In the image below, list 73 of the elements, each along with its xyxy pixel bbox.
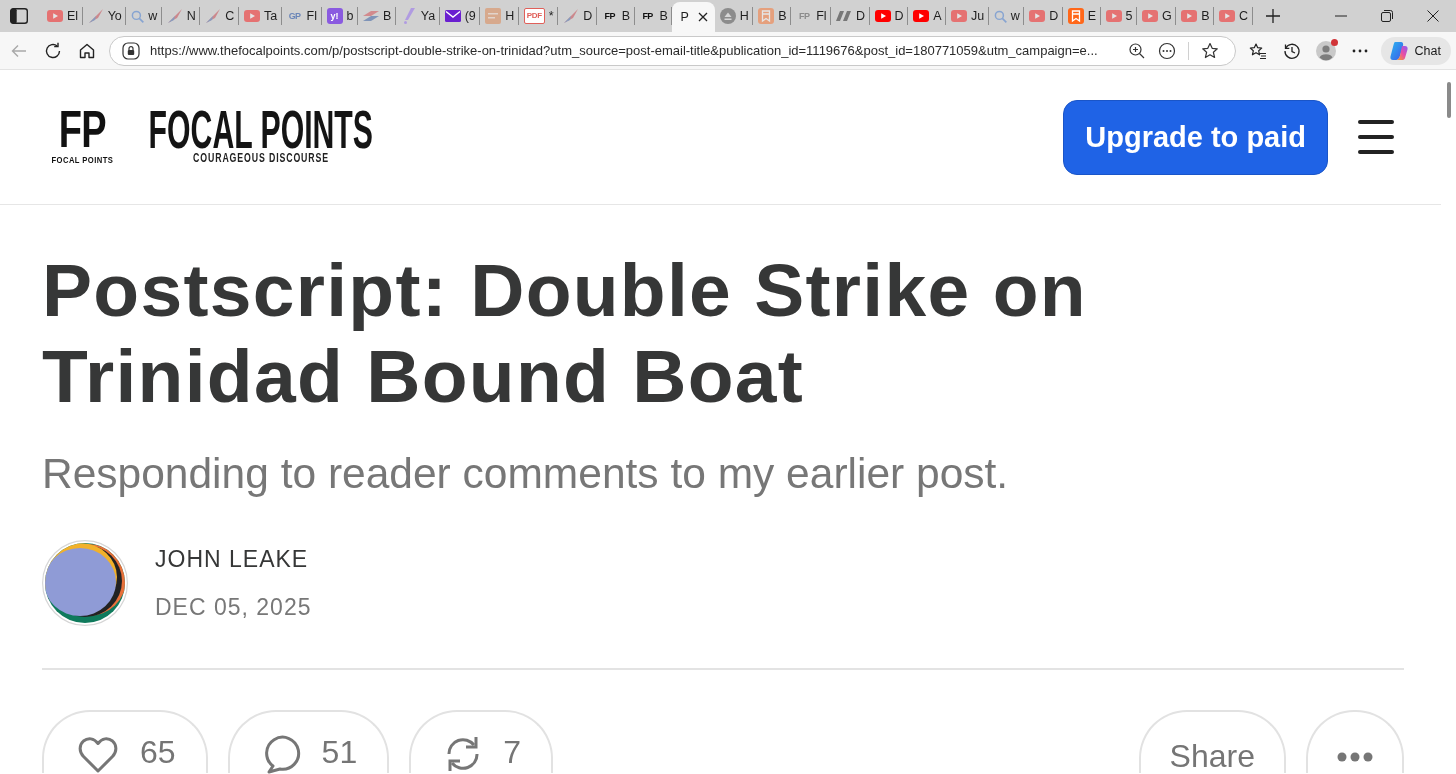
- site-tagline: COURAGEOUS DISCOURSE: [193, 152, 329, 164]
- browser-tab[interactable]: GP Fl: [281, 7, 322, 25]
- browser-tab[interactable]: D: [869, 7, 909, 25]
- browser-tab[interactable]: Ju: [945, 7, 989, 25]
- chat-button[interactable]: Chat: [1380, 36, 1451, 65]
- post-title: Postscript: Double Strike on Trinidad Bound Boat: [42, 247, 1088, 419]
- restack-button[interactable]: 7: [409, 710, 553, 773]
- browser-tab[interactable]: (9: [439, 7, 481, 25]
- zoom-icon[interactable]: [1127, 41, 1146, 60]
- dots-circle-icon[interactable]: [1157, 41, 1176, 60]
- browser-tab[interactable]: H: [714, 7, 754, 25]
- browser-tab[interactable]: Yo: [82, 7, 127, 25]
- menu-icon[interactable]: [1358, 120, 1394, 154]
- browser-tab[interactable]: El: [42, 7, 83, 25]
- browser-tab[interactable]: B: [1176, 7, 1215, 25]
- more-button[interactable]: [1306, 710, 1404, 773]
- browser-tab[interactable]: y! b: [321, 7, 358, 25]
- restore-icon[interactable]: [1381, 10, 1393, 22]
- browser-tab[interactable]: C: [1214, 7, 1253, 25]
- scrollbar-thumb[interactable]: [1446, 82, 1451, 118]
- post-date: DEC 05, 2025: [155, 593, 312, 621]
- browser-tab[interactable]: P: [672, 2, 715, 32]
- swirl-logo-icon: [1388, 40, 1409, 61]
- star-icon[interactable]: [1200, 41, 1219, 60]
- upgrade-button[interactable]: Upgrade to paid: [1063, 99, 1328, 175]
- browser-tab[interactable]: D: [1024, 7, 1063, 25]
- more-icon: [1337, 752, 1373, 762]
- browser-tab[interactable]: D: [558, 7, 597, 25]
- close-icon[interactable]: [1427, 10, 1439, 22]
- browser-tab[interactable]: G: [1137, 7, 1177, 25]
- reload-icon[interactable]: [44, 41, 62, 60]
- home-icon[interactable]: [78, 41, 96, 60]
- browser-tab[interactable]: 5: [1100, 7, 1138, 25]
- plus-icon[interactable]: [1265, 9, 1280, 23]
- browser-tab[interactable]: A: [908, 7, 946, 25]
- heart-icon: [76, 734, 120, 774]
- site-logo: FP: [641, 9, 654, 23]
- favorites-icon[interactable]: [1248, 41, 1267, 60]
- browser-tab[interactable]: C: [200, 7, 239, 25]
- author-avatar[interactable]: [42, 540, 128, 626]
- browser-tab[interactable]: D: [831, 7, 870, 25]
- author-name[interactable]: JOHN LEAKE: [155, 545, 312, 573]
- browser-tab[interactable]: B: [753, 7, 792, 25]
- history-icon[interactable]: [1282, 41, 1301, 60]
- site-logo: FP: [603, 9, 616, 23]
- browser-tab[interactable]: H: [480, 7, 519, 25]
- browser-tab[interactable]: Ya: [395, 7, 440, 25]
- site-logo: y!: [326, 8, 343, 24]
- site-logo: GP: [287, 9, 302, 23]
- address-bar[interactable]: https://www.thefocalpoints.com/p/postscript-double-strike-on-trinidad?utm_source=post-email-title&publication_id=1119676&post_id=180771059&utm_campaign=e...: [109, 35, 1236, 66]
- logo-mark[interactable]: FP: [58, 109, 106, 149]
- browser-tab[interactable]: Ta: [238, 7, 282, 25]
- site-info-icon[interactable]: [122, 41, 140, 60]
- share-button[interactable]: Share: [1138, 710, 1286, 773]
- like-button[interactable]: 65: [42, 710, 208, 773]
- browser-tab[interactable]: FP Fl: [791, 7, 832, 25]
- post-subtitle: Responding to reader comments to my earlier post.: [42, 450, 1010, 498]
- comment-button[interactable]: 51: [227, 710, 390, 773]
- browser-tab[interactable]: E: [1062, 7, 1101, 25]
- browser-tab[interactable]: w: [988, 7, 1025, 25]
- browser-tab[interactable]: w: [126, 7, 162, 25]
- url-text: https://www.thefocalpoints.com/p/postscript-double-strike-on-trinidad?utm_source=post-email-title&publication_id=1119676&post_id=180771059&utm_campaign=e...: [150, 43, 1099, 58]
- browser-tab[interactable]: FP B: [596, 7, 635, 25]
- site-logo: PDF: [523, 8, 545, 24]
- browser-tab[interactable]: PDF *: [518, 7, 559, 25]
- browser-tab[interactable]: N: [161, 7, 201, 25]
- site-name[interactable]: FOCAL POINTS: [148, 110, 374, 150]
- sidebar-icon[interactable]: [10, 8, 28, 24]
- browser-tab[interactable]: B: [357, 7, 396, 25]
- close-icon[interactable]: [697, 12, 708, 22]
- site-logo: FP: [798, 9, 811, 23]
- profile-icon[interactable]: [1315, 40, 1336, 61]
- logo-caption: FOCAL POINTS: [51, 155, 114, 165]
